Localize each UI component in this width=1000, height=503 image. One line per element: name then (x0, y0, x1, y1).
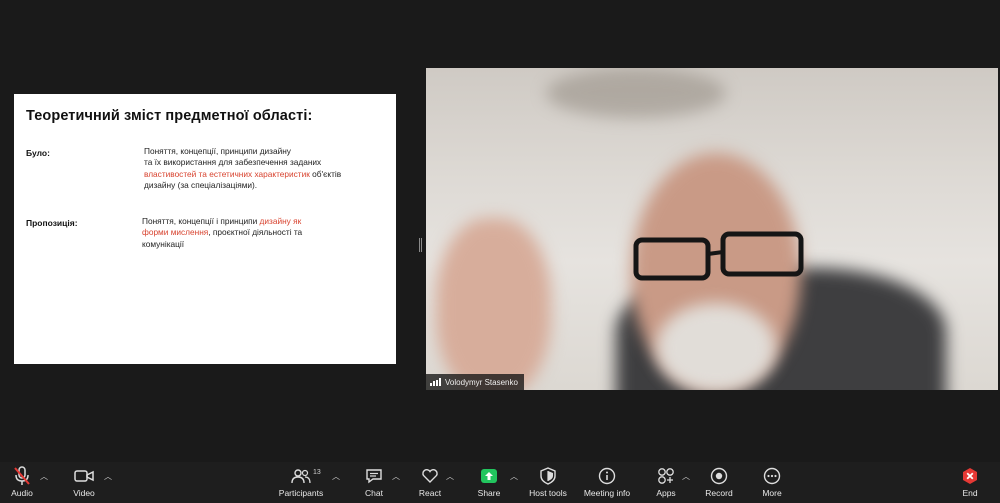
view-splitter-handle[interactable] (419, 238, 423, 252)
end-label: End (962, 488, 978, 498)
text-span: Поняття, концепції і принципи (142, 216, 260, 226)
background-shelf (546, 68, 726, 118)
audio-label: Audio (11, 488, 33, 498)
participants-icon (290, 466, 312, 486)
react-label: React (418, 488, 442, 498)
camera-icon (73, 466, 95, 486)
person-hand (436, 218, 551, 390)
chat-label: Chat (365, 488, 383, 498)
heart-icon (419, 466, 441, 486)
more-label: More (762, 488, 782, 498)
text-span: , проєктної діяльності та (208, 227, 303, 238)
person-beard (656, 303, 776, 390)
record-label: Record (705, 488, 733, 498)
row-label-bulo: Було: (26, 148, 50, 158)
mic-muted-icon (11, 466, 33, 486)
host-tools-label: Host tools (529, 488, 567, 498)
share-screen-icon (478, 466, 500, 486)
end-meeting-icon (959, 466, 981, 486)
video-options-caret[interactable]: ︿ (104, 471, 112, 482)
participant-nameplate: Volodymyr Stasenko (426, 374, 524, 390)
record-icon (708, 466, 730, 486)
participants-button[interactable]: Participants (271, 466, 331, 502)
glasses-shape (633, 231, 804, 281)
info-icon (596, 466, 618, 486)
end-button[interactable]: End (940, 466, 1000, 502)
chat-icon (363, 466, 385, 486)
more-button[interactable]: More (742, 466, 802, 502)
participant-name: Volodymyr Stasenko (445, 377, 518, 387)
text-span: об'єктів (309, 168, 342, 179)
slide-title: Теоретичний зміст предметної області: (26, 108, 313, 124)
meeting-info-button[interactable]: Meeting info (577, 466, 637, 502)
participants-options-caret[interactable]: ︿ (332, 471, 340, 482)
text-line: Поняття, концепції і принципи дизайну як (142, 216, 302, 227)
chat-options-caret[interactable]: ︿ (392, 471, 400, 482)
share-options-caret[interactable]: ︿ (510, 471, 518, 482)
accent-text: властивостей та естетичних характеристик (144, 168, 310, 179)
text-line: Поняття, концепції, принципи дизайну (144, 146, 291, 156)
more-icon (761, 466, 783, 486)
text-line: та їх використання для забезпечення зада… (144, 157, 322, 168)
shared-slide: Теоретичний зміст предметної області: Бу… (14, 94, 396, 364)
meeting-info-label: Meeting info (583, 488, 631, 498)
video-label: Video (73, 488, 95, 498)
row-label-propozytsiia: Пропозиція: (26, 218, 78, 228)
participants-label: Participants (278, 488, 324, 498)
meeting-toolbar: Audio ︿ Video ︿ Participants 13 ︿ Chat ︿… (0, 462, 1000, 503)
row-text-propozytsiia: Поняття, концепції і принципи дизайну як… (142, 216, 302, 250)
text-line: дизайну (за спеціалізаціями). (144, 180, 258, 191)
row-text-bulo: Поняття, концепції, принципи дизайну та … (144, 146, 341, 192)
host-tools-button[interactable]: Host tools (518, 466, 578, 502)
react-options-caret[interactable]: ︿ (446, 471, 454, 482)
text-line: властивостей та естетичних характеристик… (144, 169, 341, 180)
participants-count: 13 (313, 469, 321, 476)
text-line: форми мислення, проєктної діяльності та (142, 227, 302, 238)
text-line: комунікації (142, 238, 185, 249)
accent-text: дизайну як (259, 216, 302, 226)
apps-label: Apps (656, 488, 676, 498)
record-button[interactable]: Record (689, 466, 749, 502)
meeting-stage: Теоретичний зміст предметної області: Бу… (0, 0, 1000, 462)
share-label: Share (477, 488, 501, 498)
audio-options-caret[interactable]: ︿ (40, 471, 48, 482)
signal-icon (430, 378, 441, 386)
participant-video[interactable]: Volodymyr Stasenko (426, 68, 998, 390)
shield-icon (537, 466, 559, 486)
apps-icon (655, 466, 677, 486)
accent-text: форми мислення (142, 227, 209, 238)
